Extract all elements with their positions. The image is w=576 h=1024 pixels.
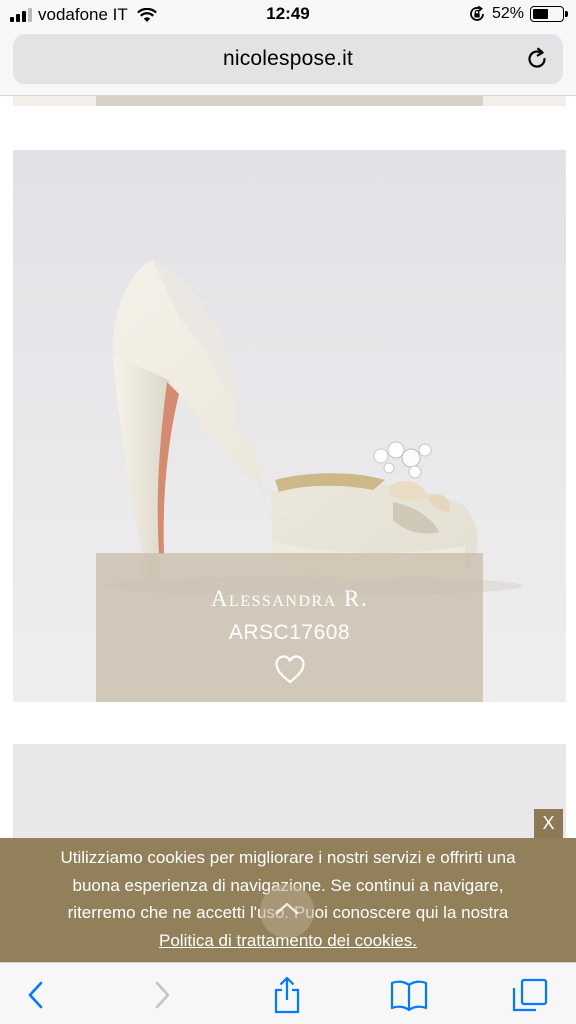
chevron-up-icon: [275, 902, 299, 915]
scroll-to-top-button[interactable]: [260, 884, 314, 938]
product-caption[interactable]: Alessandra R. ARSC17608: [96, 553, 483, 702]
url-text[interactable]: nicolespose.it: [13, 47, 563, 71]
share-icon: [274, 976, 300, 1014]
browser-toolbar: [0, 962, 576, 1024]
tabs-icon: [512, 978, 548, 1012]
product-name[interactable]: Alessandra R.: [96, 586, 483, 612]
forward-icon: [155, 981, 170, 1009]
battery-icon: [530, 6, 568, 22]
product-card[interactable]: Alessandra R. ARSC17608: [13, 150, 566, 702]
cookie-text-line-1: Utilizziamo cookies per migliorare i nos…: [60, 848, 516, 867]
bookmarks-icon: [390, 980, 428, 1011]
previous-product-caption: [96, 96, 483, 106]
share-button[interactable]: [267, 975, 307, 1015]
reload-icon[interactable]: [525, 47, 549, 71]
rotation-lock-icon: [470, 5, 484, 21]
battery-percentage: 52%: [491, 5, 524, 22]
forward-button[interactable]: [142, 975, 182, 1015]
back-icon: [28, 981, 43, 1009]
cookie-close-button[interactable]: X: [534, 809, 563, 838]
back-button[interactable]: [16, 975, 56, 1015]
address-bar[interactable]: nicolespose.it: [13, 34, 563, 84]
web-page: Alessandra R. ARSC17608: [0, 96, 576, 962]
product-code: ARSC17608: [228, 621, 351, 644]
status-right: 52%: [468, 5, 568, 23]
bookmarks-button[interactable]: [389, 975, 429, 1015]
tabs-button[interactable]: [510, 975, 550, 1015]
browser-address-area: nicolespose.it: [0, 30, 576, 96]
heart-outline-icon[interactable]: [274, 654, 306, 684]
status-bar: vodafone IT 12:49 52%: [0, 0, 576, 30]
